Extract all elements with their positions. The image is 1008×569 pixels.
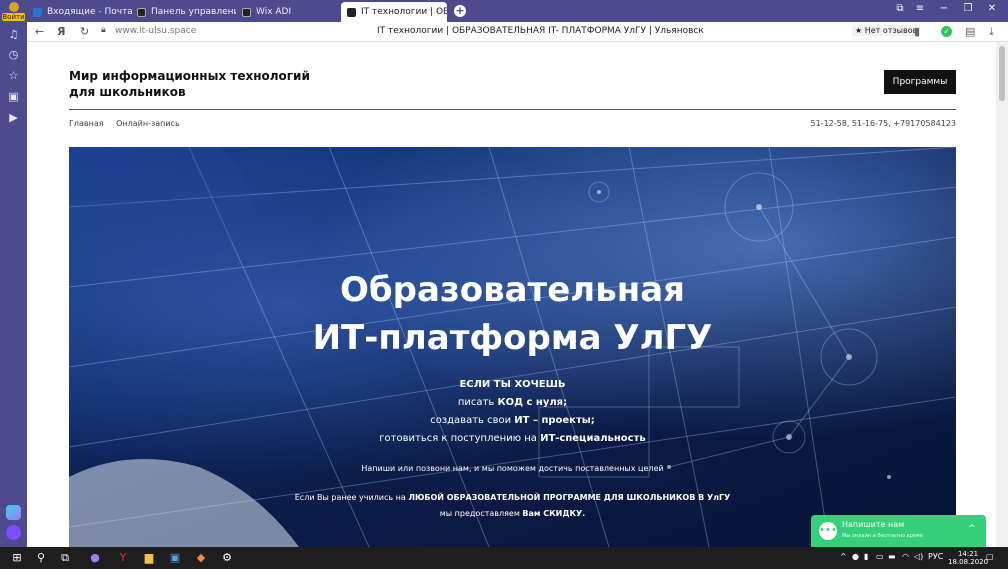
- drops-icon[interactable]: ◆: [194, 551, 208, 565]
- lock-icon: 🔒︎: [101, 25, 106, 35]
- chat-widget[interactable]: ••• Напишите нам Мы онлайн и бесплатно в…: [811, 515, 986, 547]
- download-icon[interactable]: ⤓: [989, 25, 994, 39]
- discount-bold: ЛЮБОЙ ОБРАЗОВАТЕЛЬНОЙ ПРОГРАММЕ ДЛЯ ШКОЛ…: [408, 493, 731, 502]
- tray-battery-icon[interactable]: ▬: [888, 552, 896, 561]
- collections-icon[interactable]: ▣: [7, 90, 20, 103]
- chat-bubble-icon: •••: [819, 522, 837, 540]
- windows-taskbar: ⊞ ⚲ ⧉ ● Y ▆ ▣ ◆ ⚙ ^ ● ▮ ▭ ▬ ◠ ◁) РУС 14:…: [0, 547, 1008, 569]
- discount-text: мы предоставляем: [439, 509, 523, 518]
- goal-text: создавать свои: [430, 415, 515, 426]
- menu-item-home[interactable]: Главная: [69, 119, 104, 128]
- goal-bold: КОД с нуля;: [497, 397, 568, 408]
- tab-label: IT технологии | ОБРАЗОВ...: [361, 7, 447, 17]
- keyboard-language[interactable]: РУС: [928, 552, 943, 561]
- tray-wifi-icon[interactable]: ◠: [902, 552, 909, 561]
- star-icon[interactable]: ☆: [7, 69, 20, 82]
- tray-chevron-icon[interactable]: ^: [840, 552, 847, 561]
- restore-icon[interactable]: ❐: [961, 3, 975, 14]
- bookmark-icon[interactable]: ▮: [914, 25, 920, 38]
- page-scrollbar[interactable]: [996, 42, 1008, 547]
- user-avatar-icon: [8, 2, 19, 12]
- clock-time: 14:21: [957, 550, 979, 558]
- hero-goal-line2: создавать свои ИТ – проекты;: [69, 415, 956, 426]
- settings-gear-icon[interactable]: ⚙: [220, 551, 234, 565]
- hero-heading-line1: Образовательная: [340, 270, 685, 310]
- menu-item-booking[interactable]: Онлайн-запись: [116, 119, 180, 128]
- goal-bold: ИТ – проекты;: [514, 415, 595, 426]
- tray-network-icon[interactable]: ▭: [876, 552, 884, 561]
- hero-discount-line1: Если Вы ранее учились на ЛЮБОЙ ОБРАЗОВАТ…: [69, 493, 956, 502]
- hero-goal-line3: готовиться к поступлению на ИТ-специальн…: [69, 433, 956, 444]
- browser-sidebar: Войти ♫ ◷ ☆ ▣ ▶: [0, 0, 27, 547]
- clock-date: 18.08.2020: [948, 558, 989, 566]
- reload-icon[interactable]: ↻: [80, 25, 89, 38]
- url-field[interactable]: www.it-ulsu.space: [115, 26, 196, 36]
- tab-label: Входящие - Почта Mail.ru: [47, 7, 132, 17]
- discount-bold: Вам СКИДКУ.: [522, 509, 586, 518]
- alice-app-icon[interactable]: [6, 505, 21, 520]
- tray-volume-icon[interactable]: ◁): [914, 552, 923, 561]
- notifications-icon[interactable]: ▢: [986, 552, 994, 561]
- tab-label: Панель управления | Wix: [151, 7, 236, 17]
- task-view-icon[interactable]: ⧉: [58, 551, 72, 565]
- bell-icon[interactable]: ♫: [7, 28, 20, 41]
- windows-start-icon[interactable]: ⊞: [10, 551, 24, 565]
- goal-text: готовиться к поступлению на: [379, 433, 541, 444]
- hero-if-you-want: ЕСЛИ ТЫ ХОЧЕШЬ: [459, 379, 566, 390]
- scrollbar-thumb[interactable]: [999, 46, 1005, 101]
- tab-label: Wix ADI: [256, 7, 292, 17]
- wix-icon: [242, 7, 251, 17]
- mail-icon: [33, 7, 42, 17]
- back-icon[interactable]: ←: [35, 25, 44, 38]
- chat-title: Напишите нам: [842, 520, 905, 529]
- search-icon[interactable]: ⚲: [34, 551, 48, 565]
- site-title: Мир информационных технологий для школьн…: [69, 69, 310, 99]
- chat-subtitle: Мы онлайн и бесплатно время: [842, 533, 923, 539]
- address-bar: ← Я ↻ 🔒︎ www.it-ulsu.space IT технологии…: [27, 22, 1008, 42]
- goal-text: писать: [457, 397, 498, 408]
- history-icon[interactable]: ◷: [7, 48, 20, 61]
- tab-mail[interactable]: Входящие - Почта Mail.ru: [27, 2, 132, 22]
- assistant-icon[interactable]: [6, 525, 21, 540]
- web-page: Мир информационных технологий для школьн…: [27, 42, 996, 547]
- minimize-icon[interactable]: −: [937, 3, 951, 14]
- programs-button[interactable]: Программы: [884, 70, 956, 94]
- tray-app-icon[interactable]: ●: [852, 552, 859, 561]
- file-explorer-icon[interactable]: ▆: [142, 551, 156, 565]
- chevron-up-icon[interactable]: ^: [968, 524, 976, 534]
- yandex-icon[interactable]: Я: [57, 25, 65, 38]
- wix-icon: [137, 7, 146, 17]
- tabs-menu-icon[interactable]: ⧉: [893, 3, 907, 14]
- hero-heading-line2: ИТ-платформа УлГУ: [312, 318, 713, 358]
- hero-banner: Образовательная ИТ-платформа УлГУ ЕСЛИ Т…: [69, 147, 956, 547]
- site-icon: [347, 7, 356, 17]
- play-icon[interactable]: ▶: [7, 111, 20, 124]
- header-divider: [69, 109, 956, 110]
- tab-it-ulsu[interactable]: IT технологии | ОБРАЗОВ... ✕: [341, 2, 447, 22]
- tab-wix-adi[interactable]: Wix ADI: [236, 2, 341, 22]
- reviews-badge[interactable]: ★ Нет отзывов: [852, 25, 921, 36]
- page-title: IT технологии | ОБРАЗОВАТЕЛЬНАЯ IT- ПЛАТ…: [377, 26, 704, 36]
- yandex-browser-icon[interactable]: Y: [116, 551, 130, 565]
- clock[interactable]: 14:21 18.08.2020: [948, 550, 988, 566]
- menu-icon[interactable]: ≡: [913, 3, 927, 14]
- login-button[interactable]: Войти: [2, 2, 25, 22]
- protect-check-icon[interactable]: ✓: [941, 26, 952, 37]
- reader-icon[interactable]: ▤: [965, 25, 975, 38]
- alice-icon[interactable]: ●: [88, 551, 102, 565]
- hero-contact-line: Напиши или позвони нам, и мы поможем дос…: [361, 464, 664, 473]
- tray-mic-icon[interactable]: ▮: [864, 552, 868, 561]
- discount-text: Если Вы ранее учились на: [294, 493, 409, 502]
- close-window-icon[interactable]: ✕: [985, 3, 999, 14]
- site-menu: Главная Онлайн-запись: [69, 119, 190, 128]
- app-icon[interactable]: ▣: [168, 551, 182, 565]
- tab-bar: Входящие - Почта Mail.ru Панель управлен…: [27, 0, 1008, 22]
- new-tab-button[interactable]: +: [454, 5, 466, 17]
- login-label: Войти: [2, 13, 25, 21]
- tab-wix-panel[interactable]: Панель управления | Wix: [131, 2, 236, 22]
- hero-goal-line1: писать КОД с нуля;: [69, 397, 956, 408]
- goal-bold: ИТ-специальность: [540, 433, 646, 444]
- contact-phones: 51-12-58, 51-16-75, +79170584123: [810, 119, 957, 128]
